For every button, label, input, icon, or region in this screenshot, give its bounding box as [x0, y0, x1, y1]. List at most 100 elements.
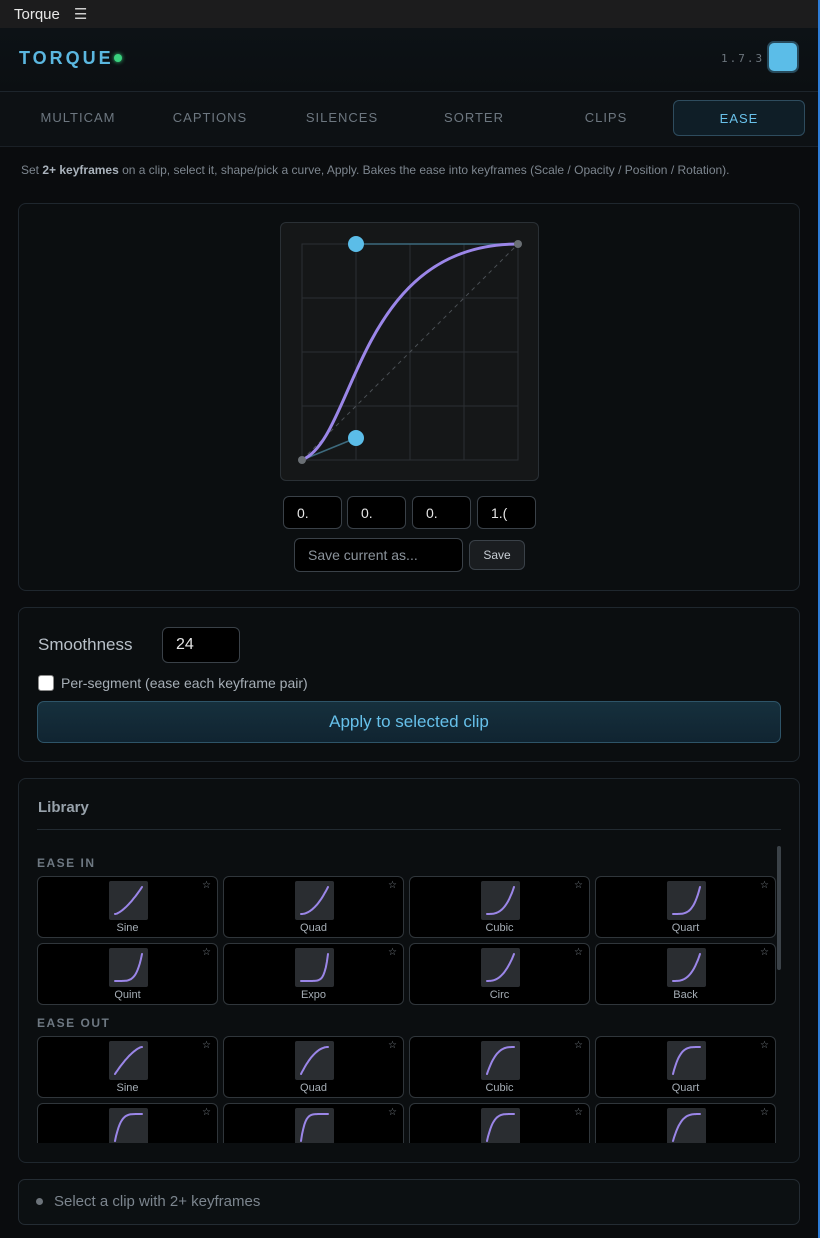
ease-preset-name: Cubic: [485, 1082, 514, 1094]
curve-thumbnail-icon: [109, 1108, 148, 1143]
ease-preset-card[interactable]: ☆ Circ: [409, 943, 590, 1005]
favorite-star-icon[interactable]: ☆: [574, 1040, 583, 1051]
favorite-star-icon[interactable]: ☆: [760, 1040, 769, 1051]
favorite-star-icon[interactable]: ☆: [574, 880, 583, 891]
status-text: Select a clip with 2+ keyframes: [54, 1193, 261, 1210]
ease-instructions: Set 2+ keyframes on a clip, select it, s…: [21, 163, 730, 177]
ease-preset-name: Quart: [671, 922, 700, 934]
ease-preset-card[interactable]: ☆ Expo: [223, 943, 404, 1005]
per-segment-checkbox[interactable]: [38, 675, 54, 691]
tab-multicam[interactable]: MULTICAM: [12, 100, 144, 136]
favorite-star-icon[interactable]: ☆: [202, 947, 211, 958]
ease-preset-name: Cubic: [485, 922, 514, 934]
curve-thumbnail-icon: [481, 1108, 520, 1143]
status-bar: Select a clip with 2+ keyframes: [18, 1179, 800, 1225]
bezier-x2-input[interactable]: [412, 496, 471, 529]
section-title-ease-in: EASE IN: [37, 856, 96, 870]
ease-preset-name: Sine: [116, 1082, 139, 1094]
curve-thumbnail-icon: [295, 948, 334, 987]
bezier-y2-input[interactable]: [477, 496, 536, 529]
ease-preset-name: Expo: [300, 989, 327, 1001]
favorite-star-icon[interactable]: ☆: [388, 947, 397, 958]
library-scrollbar[interactable]: [777, 846, 781, 970]
ease-preset-name: Circ: [489, 989, 510, 1001]
section-title-ease-out: EASE OUT: [37, 1016, 111, 1030]
ease-preset-card[interactable]: ☆ Quad: [223, 1036, 404, 1098]
ease-preset-card[interactable]: ☆ Quart: [595, 1036, 776, 1098]
curve-thumbnail-icon: [295, 1108, 334, 1143]
curve-thumbnail-icon: [109, 948, 148, 987]
curve-end-point: [514, 240, 522, 248]
status-indicator-icon: [36, 1198, 43, 1205]
favorite-star-icon[interactable]: ☆: [760, 1107, 769, 1118]
preset-name-input[interactable]: [294, 538, 463, 572]
ease-preset-card[interactable]: ☆ Cubic: [409, 876, 590, 938]
curve-graph[interactable]: [281, 223, 540, 482]
bezier-handle-1[interactable]: [348, 430, 364, 446]
ease-preset-name: Quad: [300, 1082, 327, 1094]
curve-thumbnail-icon: [481, 881, 520, 920]
library-list[interactable]: EASE IN EASE OUT ☆ Sine ☆ Quad ☆ Cubic ☆ Quart ☆…: [37, 847, 783, 1143]
ease-preset-card[interactable]: ☆: [37, 1103, 218, 1143]
curve-start-point: [298, 456, 306, 464]
library-title: Library: [38, 799, 89, 816]
window-title: Torque: [14, 5, 60, 23]
instructions-suffix: on a clip, select it, shape/pick a curve…: [118, 163, 730, 177]
library-divider: [37, 829, 781, 830]
per-segment-label: Per-segment (ease each keyframe pair): [61, 675, 308, 691]
instructions-keyframes: 2+ keyframes: [42, 163, 119, 177]
ease-preset-card[interactable]: ☆: [223, 1103, 404, 1143]
ease-preset-name: Quart: [671, 1082, 700, 1094]
ease-preset-card[interactable]: ☆ Back: [595, 943, 776, 1005]
curve-thumbnail-icon: [109, 1041, 148, 1080]
ease-preset-card[interactable]: ☆ Sine: [37, 876, 218, 938]
favorite-star-icon[interactable]: ☆: [760, 880, 769, 891]
curve-thumbnail-icon: [295, 1041, 334, 1080]
save-preset-button[interactable]: Save: [469, 540, 525, 570]
curve-thumbnail-icon: [667, 1108, 706, 1143]
curve-thumbnail-icon: [109, 881, 148, 920]
favorite-star-icon[interactable]: ☆: [202, 880, 211, 891]
bezier-handle-2[interactable]: [348, 236, 364, 252]
curve-editor[interactable]: [280, 222, 539, 481]
curve-thumbnail-icon: [481, 948, 520, 987]
favorite-star-icon[interactable]: ☆: [760, 947, 769, 958]
favorite-star-icon[interactable]: ☆: [388, 1040, 397, 1051]
tab-ease[interactable]: EASE: [673, 100, 805, 136]
tab-bar: MULTICAM CAPTIONS SILENCES SORTER CLIPS …: [0, 92, 820, 147]
apply-button[interactable]: Apply to selected clip: [37, 701, 781, 743]
version-label: 1.7.3: [721, 52, 765, 65]
ease-preset-card[interactable]: ☆: [409, 1103, 590, 1143]
curve-thumbnail-icon: [667, 948, 706, 987]
tab-captions[interactable]: CAPTIONS: [144, 100, 276, 136]
ease-preset-card[interactable]: ☆ Quint: [37, 943, 218, 1005]
status-dot-icon: [114, 54, 122, 62]
favorite-star-icon[interactable]: ☆: [202, 1107, 211, 1118]
ease-preset-card[interactable]: ☆ Cubic: [409, 1036, 590, 1098]
window-titlebar: Torque ☰: [0, 0, 820, 29]
ease-preset-name: Quint: [114, 989, 141, 1001]
tab-silences[interactable]: SILENCES: [276, 100, 408, 136]
bezier-x1-input[interactable]: [283, 496, 342, 529]
favorite-star-icon[interactable]: ☆: [388, 880, 397, 891]
tab-sorter[interactable]: SORTER: [408, 100, 540, 136]
color-swatch-button[interactable]: [767, 41, 799, 73]
ease-preset-name: Sine: [116, 922, 139, 934]
ease-preset-card[interactable]: ☆ Quart: [595, 876, 776, 938]
curve-thumbnail-icon: [667, 881, 706, 920]
tab-clips[interactable]: CLIPS: [540, 100, 672, 136]
ease-preset-card[interactable]: ☆ Quad: [223, 876, 404, 938]
favorite-star-icon[interactable]: ☆: [388, 1107, 397, 1118]
ease-preset-card[interactable]: ☆ Sine: [37, 1036, 218, 1098]
curve-thumbnail-icon: [667, 1041, 706, 1080]
ease-preset-card[interactable]: ☆: [595, 1103, 776, 1143]
smoothness-input[interactable]: [162, 627, 240, 663]
favorite-star-icon[interactable]: ☆: [202, 1040, 211, 1051]
curve-thumbnail-icon: [481, 1041, 520, 1080]
ease-preset-name: Back: [673, 989, 698, 1001]
app-header: TORQUE 1.7.3: [0, 28, 820, 92]
favorite-star-icon[interactable]: ☆: [574, 1107, 583, 1118]
hamburger-icon[interactable]: ☰: [74, 7, 87, 22]
favorite-star-icon[interactable]: ☆: [574, 947, 583, 958]
bezier-y1-input[interactable]: [347, 496, 406, 529]
